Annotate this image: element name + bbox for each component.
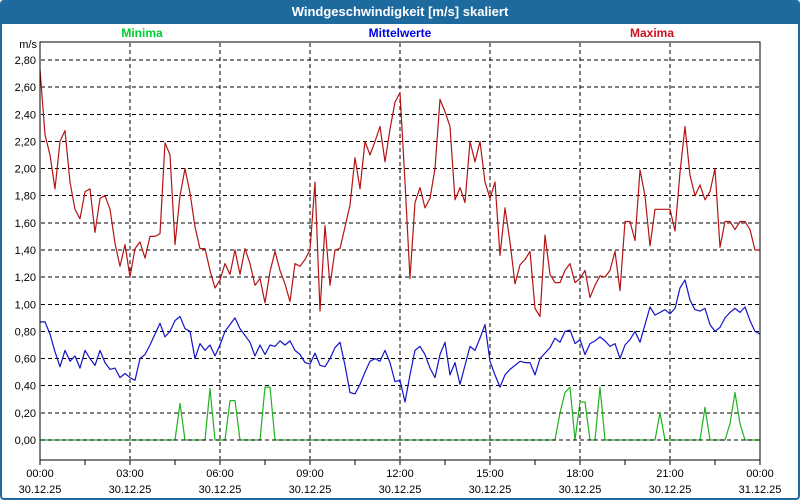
y-tick-label: 0,80 (15, 326, 36, 338)
x-date-label: 30.12.25 (19, 484, 62, 496)
y-tick-label: 0,60 (15, 354, 36, 366)
y-tick-label: 1,40 (15, 245, 36, 257)
x-date-label: 30.12.25 (109, 484, 152, 496)
y-tick-label: 0,40 (15, 381, 36, 393)
x-time-label: 15:00 (476, 468, 504, 480)
x-time-label: 09:00 (296, 468, 324, 480)
x-time-label: 18:00 (566, 468, 594, 480)
y-tick-label: 0,20 (15, 408, 36, 420)
window-title: Windgeschwindigkeit [m/s] skaliert (0, 0, 800, 24)
x-date-label: 30.12.25 (559, 484, 602, 496)
y-tick-label: 2,80 (15, 55, 36, 67)
plot-border (39, 41, 761, 461)
x-time-label: 03:00 (116, 468, 144, 480)
x-date-label: 31.12.25 (739, 484, 782, 496)
chart-canvas: 2,80 2,60 2,40 2,20 2,00 1,80 1,60 1,40 1,20 1,00… (15, 39, 782, 496)
y-tick-label: 2,40 (15, 109, 36, 121)
x-date-label: 30.12.25 (469, 484, 512, 496)
x-time-label: 12:00 (386, 468, 414, 480)
x-date-label: 30.12.25 (289, 484, 332, 496)
x-time-label: 00:00 (746, 468, 774, 480)
x-date-label: 30.12.25 (379, 484, 422, 496)
y-tick-label: 1,20 (15, 272, 36, 284)
y-axis-unit-label: m/s (19, 39, 37, 51)
legend-minima-label: Minima (121, 26, 163, 40)
y-tick-label: 1,00 (15, 299, 36, 311)
y-tick-label: 1,80 (15, 191, 36, 203)
y-tick-label: 2,60 (15, 82, 36, 94)
y-tick-label: 0,00 (15, 435, 36, 447)
y-tick-label: 2,00 (15, 164, 36, 176)
y-tick-label: 2,20 (15, 136, 36, 148)
x-date-label: 30.12.25 (649, 484, 692, 496)
x-time-label: 21:00 (656, 468, 684, 480)
legend-maxima-label: Maxima (629, 26, 675, 40)
app-window: Windgeschwindigkeit [m/s] skaliert Minim… (0, 0, 800, 500)
legend-mittelwerte-label: Mittelwerte (368, 26, 432, 40)
x-time-label: 00:00 (26, 468, 54, 480)
y-tick-label: 1,60 (15, 218, 36, 230)
x-date-label: 30.12.25 (199, 484, 242, 496)
x-time-label: 06:00 (206, 468, 234, 480)
